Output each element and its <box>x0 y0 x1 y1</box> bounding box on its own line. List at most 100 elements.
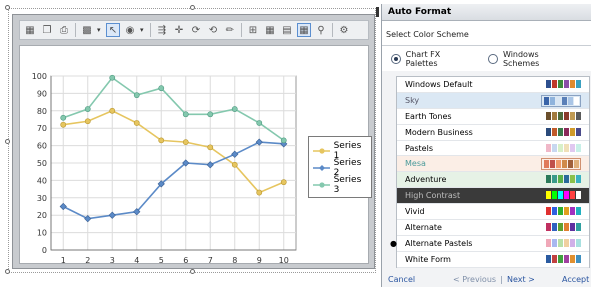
data-point <box>158 85 165 92</box>
next-button[interactable]: Next > <box>507 275 535 284</box>
y-tick-label: 0 <box>42 246 47 255</box>
resize-handle-top-left[interactable] <box>5 5 10 10</box>
chevron-down-icon[interactable]: ▾ <box>140 26 146 34</box>
chart-legend[interactable]: Series 1 Series 2 Series 3 <box>308 136 372 198</box>
color-swatch <box>570 254 575 263</box>
scheme-swatches <box>545 80 581 88</box>
grid-icon[interactable]: ▦ <box>263 23 277 37</box>
scheme-label: Mesa <box>405 159 426 169</box>
scheme-item[interactable]: Mesa <box>397 156 589 173</box>
scheme-label: Earth Tones <box>405 111 452 121</box>
zoom-icon[interactable]: ✛ <box>172 23 186 37</box>
data-point <box>256 120 263 126</box>
color-swatch <box>546 207 551 216</box>
toolbar-separator <box>332 23 333 37</box>
resize-handle-bottom[interactable] <box>190 269 195 274</box>
resize-handle-left[interactable] <box>5 139 10 144</box>
scheme-label: Sky <box>405 95 420 105</box>
previous-button[interactable]: < Previous <box>453 275 496 284</box>
color-swatch <box>570 111 575 120</box>
color-swatch <box>576 223 581 232</box>
scheme-item[interactable]: Adventure <box>397 172 589 189</box>
data-point <box>231 106 238 112</box>
data-point <box>207 111 214 118</box>
cancel-button[interactable]: Cancel <box>388 275 415 284</box>
color-swatch <box>552 238 557 247</box>
rotate-icon[interactable]: ⟳ <box>189 23 203 37</box>
color-swatch <box>568 96 573 105</box>
color-swatch <box>558 143 563 152</box>
copy-icon[interactable]: ❐ <box>40 23 54 37</box>
resize-handle-top[interactable] <box>190 5 195 10</box>
legend-item[interactable]: Series 3 <box>313 175 367 195</box>
legend-icon[interactable]: ▤ <box>280 23 294 37</box>
scheme-label: Adventure <box>405 175 447 185</box>
data-point <box>133 120 140 126</box>
color-swatch <box>570 191 575 200</box>
radio-unselected-icon[interactable] <box>488 53 498 64</box>
search-icon[interactable]: ⚲ <box>314 23 328 37</box>
legend-item[interactable]: Series 1 <box>313 141 367 161</box>
color-swatch <box>576 254 581 263</box>
color-swatch <box>552 223 557 232</box>
toolbar-separator <box>241 23 242 37</box>
chart-type-icon[interactable]: ▩ <box>80 23 94 37</box>
color-swatch <box>574 160 579 169</box>
color-swatch <box>552 254 557 263</box>
scheme-item[interactable]: Modern Business <box>397 125 589 141</box>
axes-icon[interactable]: ⊞ <box>246 23 260 37</box>
properties-icon[interactable]: ⚙ <box>337 23 351 37</box>
y-tick-label: 50 <box>37 159 47 168</box>
scheme-label: Vivid <box>405 207 425 217</box>
y-tick-label: 70 <box>37 124 47 133</box>
scheme-item[interactable]: High Contrast <box>397 188 589 205</box>
color-swatch <box>576 175 581 184</box>
y-tick-label: 80 <box>37 107 47 116</box>
color-swatch <box>570 80 575 88</box>
scheme-item[interactable]: Earth Tones <box>397 109 589 125</box>
resize-handle-bottom-left[interactable] <box>5 269 10 274</box>
scheme-item[interactable]: White Form <box>397 252 589 268</box>
accept-button[interactable]: Accept <box>562 275 589 284</box>
color-scheme-list[interactable]: Windows Default Sky Earth Tones Modern Busi… <box>390 76 590 268</box>
color-swatch <box>558 254 563 263</box>
data-icon[interactable]: ⇶ <box>155 23 169 37</box>
perspective-icon[interactable]: ⟲ <box>206 23 220 37</box>
scheme-item[interactable]: Vivid <box>397 204 589 221</box>
legend-item[interactable]: Series 2 <box>313 158 367 178</box>
data-editor-icon[interactable]: ▦ <box>297 23 311 37</box>
select-icon[interactable]: ↖ <box>106 23 120 37</box>
scheme-item[interactable]: Windows Default <box>397 77 589 93</box>
color-swatch <box>546 111 551 120</box>
y-tick-label: 10 <box>37 229 47 238</box>
color-swatch <box>564 80 569 88</box>
chart-gallery-icon[interactable]: ▦ <box>23 23 37 37</box>
toolbar-separator <box>75 23 76 37</box>
color-swatch <box>574 96 579 105</box>
radio-selected-icon[interactable] <box>391 53 401 64</box>
scheme-item[interactable]: Alternate <box>397 220 589 236</box>
scheme-item[interactable]: Pastels <box>397 141 589 157</box>
color-swatch <box>556 160 561 169</box>
radio-chart-fx-palettes[interactable]: Chart FX Palettes <box>391 50 471 68</box>
color-swatch <box>570 238 575 247</box>
chevron-down-icon[interactable]: ▾ <box>97 26 103 34</box>
data-point <box>84 118 91 125</box>
legend-swatch <box>313 181 330 188</box>
print-icon[interactable]: ⎙ <box>57 23 71 37</box>
color-swatch <box>558 80 563 88</box>
plot-area[interactable]: 0 10 20 30 40 50 60 70 80 90 100 1 2 3 4 5 6 7 8 9 10 Series… <box>19 45 372 265</box>
point-labels-icon[interactable]: ✏ <box>223 23 237 37</box>
color-swatch <box>564 254 569 263</box>
scheme-item[interactable]: ● Alternate Pastels <box>390 236 589 252</box>
chart-control: ▦ ❐ ⎙ ▩ ▾ ↖ ◉ ▾ ⇶ ✛ ⟳ ⟲ ✏ ⊞ ▦ ▤ ▦ ⚲ ⚙ 0 1… <box>12 14 375 269</box>
scheme-label: High Contrast <box>405 191 461 201</box>
scheme-swatches <box>545 127 581 136</box>
scheme-item[interactable]: Sky <box>397 92 589 109</box>
scheme-label: Alternate <box>405 222 442 232</box>
panel-grip-icon[interactable] <box>376 7 379 17</box>
palette-icon[interactable]: ◉ <box>123 23 137 37</box>
radio-windows-schemes[interactable]: Windows Schemes <box>488 50 574 68</box>
color-swatch <box>576 127 581 136</box>
color-swatch <box>570 223 575 232</box>
